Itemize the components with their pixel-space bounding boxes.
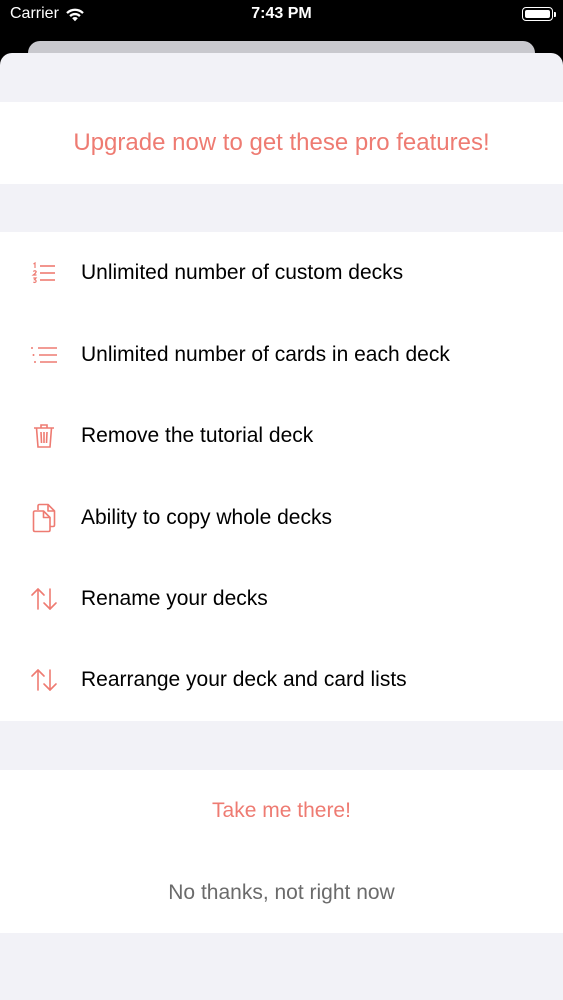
battery-icon [522,7,556,21]
feature-item-rearrange-lists: Rearrange your deck and card lists [0,639,563,721]
feature-label: Unlimited number of cards in each deck [81,343,450,366]
no-thanks-button[interactable]: No thanks, not right now [0,852,563,934]
up-down-arrows-icon [29,584,59,614]
up-down-arrows-icon [29,665,59,695]
feature-label: Remove the tutorial deck [81,424,314,447]
feature-label: Unlimited number of custom decks [81,261,404,284]
take-me-there-button[interactable]: Take me there! [0,770,563,852]
feature-label: Rename your decks [81,587,268,610]
feature-label: Rearrange your deck and card lists [81,668,407,691]
feature-item-copy-decks: Ability to copy whole decks [0,477,563,559]
bulleted-list-icon [29,340,59,370]
status-bar: Carrier 7:43 PM [0,0,563,30]
feature-item-remove-tutorial: Remove the tutorial deck [0,395,563,477]
feature-list: Unlimited number of custom decks Unlimit… [0,232,563,721]
upgrade-sheet: Upgrade now to get these pro features! U… [0,53,563,1000]
numbered-list-icon [29,258,59,288]
feature-label: Ability to copy whole decks [81,506,332,529]
header-section: Upgrade now to get these pro features! [0,102,563,184]
copy-document-icon [29,503,59,533]
actions-section: Take me there! No thanks, not right now [0,770,563,933]
trash-icon [29,421,59,451]
screen: Carrier 7:43 PM Upgrade now to get these… [0,0,563,1000]
feature-item-unlimited-cards: Unlimited number of cards in each deck [0,314,563,396]
upgrade-title: Upgrade now to get these pro features! [73,129,490,156]
feature-item-custom-decks: Unlimited number of custom decks [0,232,563,314]
feature-item-rename-decks: Rename your decks [0,558,563,640]
status-time: 7:43 PM [251,5,312,22]
